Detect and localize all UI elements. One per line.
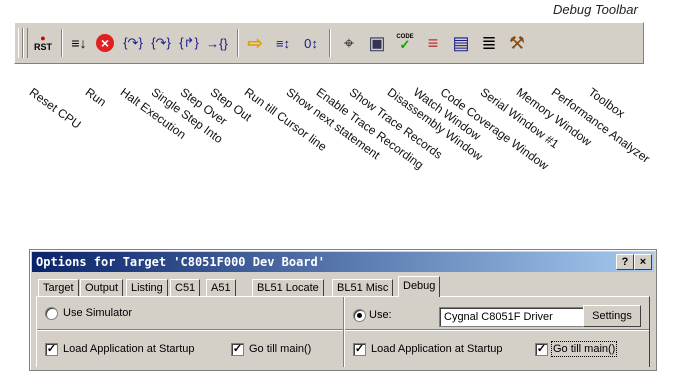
settings-button[interactable]: Settings bbox=[583, 305, 641, 327]
tab-a51[interactable]: A51 bbox=[206, 279, 236, 296]
go-till-main-label-right: Go till main() bbox=[550, 341, 618, 357]
toolbar-labels: Reset CPU Run Halt Execution Single Step… bbox=[0, 0, 689, 200]
tab-bl51-locate[interactable]: BL51 Locate bbox=[252, 279, 324, 296]
options-dialog: Options for Target 'C8051F000 Dev Board'… bbox=[29, 249, 657, 371]
use-simulator-label: Use Simulator bbox=[63, 307, 133, 319]
tab-c51[interactable]: C51 bbox=[170, 279, 201, 296]
tab-debug[interactable]: Debug bbox=[398, 276, 441, 297]
load-app-label-left: Load Application at Startup bbox=[63, 343, 195, 355]
use-simulator-radio[interactable] bbox=[45, 307, 58, 320]
use-driver-radio[interactable] bbox=[353, 309, 366, 322]
go-till-main-checkbox-left[interactable]: ✓ bbox=[231, 343, 244, 356]
driver-select-value: Cygnal C8051F Driver bbox=[444, 311, 553, 323]
use-label: Use: bbox=[369, 309, 392, 321]
tab-listing[interactable]: Listing bbox=[126, 279, 168, 296]
help-button[interactable]: ? bbox=[616, 254, 634, 270]
dialog-titlebar[interactable]: Options for Target 'C8051F000 Dev Board'… bbox=[32, 252, 654, 272]
tab-bl51-misc[interactable]: BL51 Misc bbox=[332, 279, 394, 296]
dialog-title: Options for Target 'C8051F000 Dev Board' bbox=[36, 255, 325, 269]
label-run: Run bbox=[82, 85, 109, 110]
debug-panel: Use Simulator ✓ Load Application at Star… bbox=[36, 296, 650, 367]
tab-target[interactable]: Target bbox=[38, 279, 79, 296]
load-app-checkbox-right[interactable]: ✓ bbox=[353, 343, 366, 356]
load-app-checkbox-left[interactable]: ✓ bbox=[45, 343, 58, 356]
label-reset-cpu: Reset CPU bbox=[26, 85, 84, 132]
tab-output[interactable]: Output bbox=[80, 279, 124, 296]
go-till-main-label-left: Go till main() bbox=[249, 343, 312, 355]
column-divider bbox=[343, 297, 345, 367]
close-button[interactable]: × bbox=[634, 254, 652, 270]
load-app-label-right: Load Application at Startup bbox=[371, 343, 503, 355]
dialog-tabs: Target Output Listing C51 A51 BL51 Locat… bbox=[36, 276, 646, 297]
go-till-main-checkbox-right[interactable]: ✓ bbox=[535, 343, 548, 356]
